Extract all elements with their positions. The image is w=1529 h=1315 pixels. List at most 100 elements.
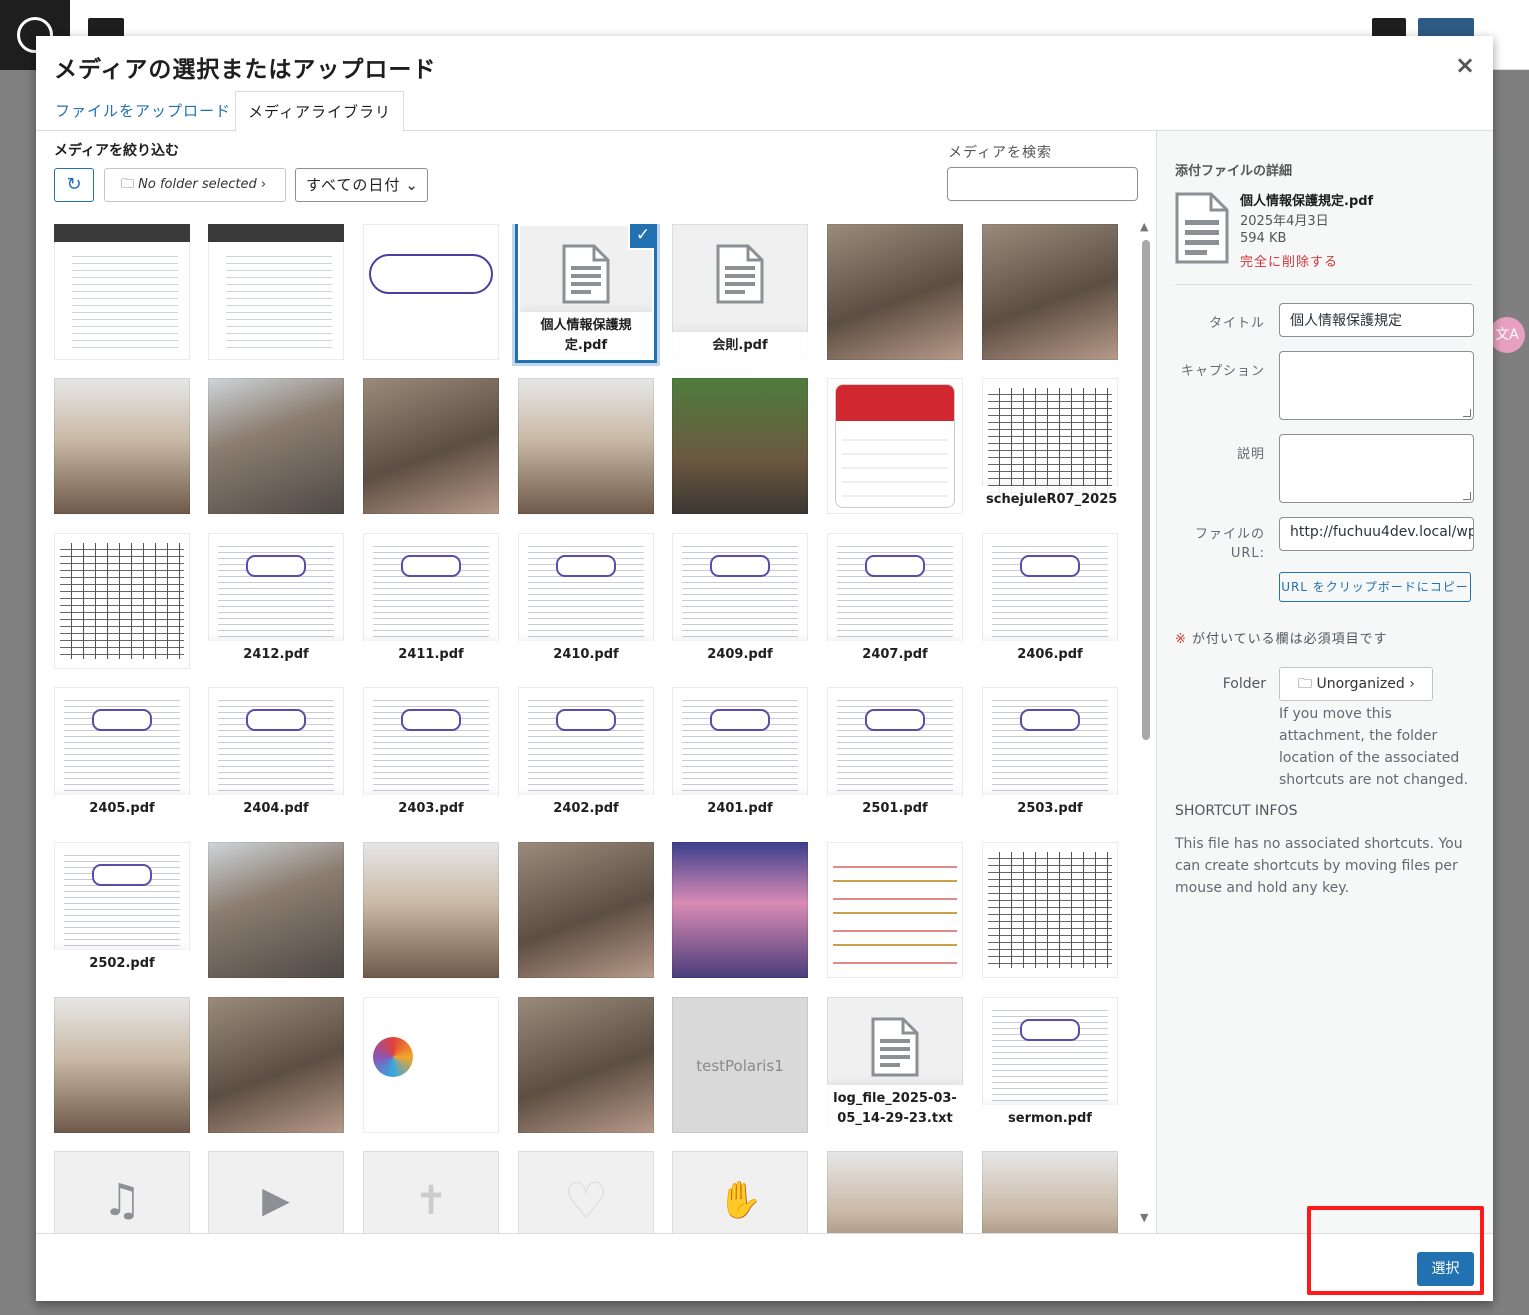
media-item[interactable] xyxy=(982,842,1118,978)
tab-upload-files[interactable]: ファイルをアップロード xyxy=(43,91,243,131)
media-item[interactable] xyxy=(54,224,190,360)
media-item[interactable]: 2410.pdf xyxy=(518,533,654,669)
media-item[interactable] xyxy=(518,378,654,514)
media-item[interactable]: 2401.pdf xyxy=(672,687,808,823)
folder-select-button[interactable]: 🗀 Unorganized › xyxy=(1279,667,1433,701)
media-item-filename: 2410.pdf xyxy=(518,641,654,669)
document-thumbnail xyxy=(60,543,184,659)
document-thumbnail xyxy=(373,541,489,639)
folder-icon: 🗀 xyxy=(121,177,135,192)
scrollbar-thumb[interactable] xyxy=(1142,240,1150,740)
media-item[interactable] xyxy=(363,997,499,1133)
thumbnail-toolbar xyxy=(54,224,190,242)
details-filesize: 594 KB xyxy=(1240,231,1287,246)
document-icon xyxy=(716,244,764,304)
media-item[interactable] xyxy=(827,842,963,978)
media-item[interactable] xyxy=(827,1151,963,1233)
document-thumbnail xyxy=(992,1005,1108,1103)
media-item[interactable] xyxy=(54,378,190,514)
media-item[interactable] xyxy=(518,842,654,978)
media-item[interactable]: 2402.pdf xyxy=(518,687,654,823)
scroll-down-icon[interactable]: ▼ xyxy=(1140,1211,1148,1224)
media-item[interactable]: 2407.pdf xyxy=(827,533,963,669)
resize-handle-icon[interactable] xyxy=(1463,492,1471,500)
refresh-button[interactable]: ↻ xyxy=(54,168,94,202)
media-item[interactable]: sermon.pdf xyxy=(982,997,1118,1133)
media-item[interactable] xyxy=(672,842,808,978)
heart-icon: ♡ xyxy=(563,1172,609,1230)
media-item[interactable] xyxy=(363,224,499,360)
media-item[interactable]: 2411.pdf xyxy=(363,533,499,669)
resize-handle-icon[interactable] xyxy=(1463,409,1471,417)
media-grid: 個人情報保護規定.pdf ✓ 会則.pdf schejuleR07_2025.pdf 2… xyxy=(54,224,1124,1233)
media-item[interactable]: 2502.pdf xyxy=(54,842,190,978)
media-item[interactable] xyxy=(827,224,963,360)
document-thumbnail xyxy=(837,695,953,793)
media-item[interactable]: 2501.pdf xyxy=(827,687,963,823)
media-item[interactable]: 2404.pdf xyxy=(208,687,344,823)
description-field[interactable] xyxy=(1279,434,1474,503)
media-item[interactable]: 個人情報保護規定.pdf ✓ xyxy=(515,224,657,363)
media-item[interactable]: 2503.pdf xyxy=(982,687,1118,823)
date-filter-select[interactable]: すべての日付 ⌄ xyxy=(295,168,428,202)
media-item[interactable]: 2405.pdf xyxy=(54,687,190,823)
media-item[interactable]: 2406.pdf xyxy=(982,533,1118,669)
chevron-right-icon: › xyxy=(1409,676,1415,692)
media-item[interactable]: 2403.pdf xyxy=(363,687,499,823)
media-item[interactable]: 2412.pdf xyxy=(208,533,344,669)
folder-label: Folder xyxy=(1222,676,1266,692)
document-thumbnail xyxy=(992,541,1108,639)
folder-filter-button[interactable]: 🗀 No folder selected › xyxy=(104,168,286,202)
media-item[interactable]: ♡ xyxy=(518,1151,654,1233)
media-item[interactable]: ✋ xyxy=(672,1151,808,1233)
modal-tabs: ファイルをアップロード メディアライブラリ xyxy=(36,91,1493,132)
video-file-icon: ▶ xyxy=(262,1180,290,1221)
media-item[interactable]: schejuleR07_2025.pdf xyxy=(982,378,1118,514)
document-thumbnail xyxy=(226,250,332,354)
media-item-filename: 2402.pdf xyxy=(518,795,654,823)
media-item[interactable] xyxy=(54,533,190,669)
scroll-up-icon[interactable]: ▲ xyxy=(1140,220,1148,233)
close-icon[interactable]: × xyxy=(1449,50,1481,82)
title-field[interactable]: 個人情報保護規定 xyxy=(1279,303,1474,337)
title-field-label: タイトル xyxy=(1208,316,1265,331)
document-thumbnail xyxy=(528,695,644,793)
media-item[interactable] xyxy=(208,842,344,978)
url-field-label: ファイルの URL: xyxy=(1194,527,1265,561)
translate-icon[interactable]: 文A xyxy=(1489,317,1525,353)
media-item[interactable] xyxy=(363,842,499,978)
caption-field[interactable] xyxy=(1279,351,1474,420)
url-field[interactable]: http://fuchuu4dev.local/wp xyxy=(1279,517,1474,551)
divider xyxy=(1175,284,1473,285)
media-item-filename: log_file_2025-03-05_14-29-23.txt xyxy=(827,1085,963,1133)
media-item[interactable] xyxy=(208,224,344,360)
media-item[interactable] xyxy=(518,997,654,1133)
media-item[interactable] xyxy=(208,997,344,1133)
media-item[interactable] xyxy=(982,1151,1118,1233)
document-thumbnail xyxy=(988,852,1112,968)
media-item[interactable] xyxy=(54,997,190,1133)
copy-url-button[interactable]: URL をクリップボードにコピー xyxy=(1279,572,1471,602)
caption-field-label: キャプション xyxy=(1180,364,1265,379)
checkmark-icon[interactable]: ✓ xyxy=(628,224,654,250)
media-item[interactable] xyxy=(208,378,344,514)
refresh-icon: ↻ xyxy=(66,174,82,195)
delete-permanently-link[interactable]: 完全に削除する xyxy=(1240,251,1338,270)
media-item[interactable]: 会則.pdf xyxy=(672,224,808,360)
media-item[interactable] xyxy=(982,224,1118,360)
media-item[interactable]: ♫ xyxy=(54,1151,190,1233)
media-item-filename: 2411.pdf xyxy=(363,641,499,669)
editor-overlay-right xyxy=(1493,70,1529,1315)
media-item[interactable]: ✝ xyxy=(363,1151,499,1233)
modal-title: メディアの選択またはアップロード xyxy=(54,57,437,83)
media-item[interactable]: testPolaris1 xyxy=(672,997,808,1133)
media-item[interactable]: log_file_2025-03-05_14-29-23.txt xyxy=(827,997,963,1133)
search-label: メディアを検索 xyxy=(948,145,1053,161)
media-item[interactable] xyxy=(363,378,499,514)
tab-media-library[interactable]: メディアライブラリ xyxy=(235,91,404,132)
search-input[interactable] xyxy=(947,167,1138,201)
media-item[interactable]: ▶ xyxy=(208,1151,344,1233)
media-item[interactable] xyxy=(672,378,808,514)
media-item[interactable]: 2409.pdf xyxy=(672,533,808,669)
media-item[interactable] xyxy=(827,378,963,514)
